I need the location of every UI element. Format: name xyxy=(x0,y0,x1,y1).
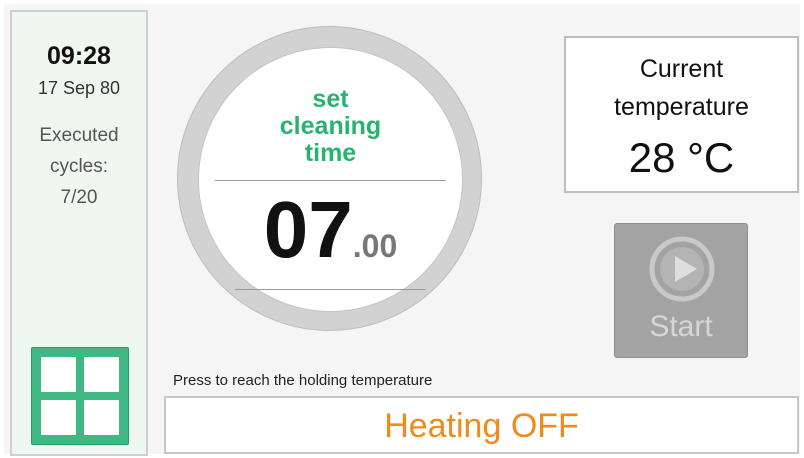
dial-label-line2: cleaning xyxy=(279,112,382,140)
cleaning-time-value: 07.00 xyxy=(199,184,462,276)
grid-menu-icon-cell xyxy=(84,357,119,392)
clock-date: 17 Sep 80 xyxy=(37,78,121,98)
play-circle-icon xyxy=(649,236,715,302)
heating-hint: Press to reach the holding temperature xyxy=(173,372,433,389)
cleaning-time-dial[interactable]: set cleaning time 07.00 xyxy=(177,26,482,331)
current-temperature-title-1: Current xyxy=(639,55,724,83)
current-temperature-value: 28 °C xyxy=(628,134,735,181)
grid-menu-icon-cell xyxy=(41,400,76,435)
current-temperature-title-2: temperature xyxy=(614,93,749,121)
current-temperature-title: Current temperature xyxy=(566,50,797,126)
status-sidebar: 09:28 17 Sep 80 Executed cycles: 7/20 xyxy=(10,10,148,456)
start-button[interactable]: Start xyxy=(614,223,748,358)
clock-time: 09:28 xyxy=(47,42,111,70)
grid-menu-icon-cell xyxy=(84,400,119,435)
main-menu-button[interactable] xyxy=(31,347,129,445)
cleaning-time-fraction: 00 xyxy=(361,228,398,264)
dial-label-line3: time xyxy=(304,139,357,167)
dial-divider-bottom xyxy=(235,289,426,290)
executed-cycles-label-2: cycles: xyxy=(49,156,109,177)
executed-cycles-label-1: Executed xyxy=(39,125,119,146)
heating-toggle-button[interactable]: Heating OFF xyxy=(164,396,799,454)
cleaning-time-whole: 07 xyxy=(263,185,353,274)
executed-cycles: Executed cycles: 7/20 xyxy=(12,120,146,213)
current-temperature-panel: Current temperature 28 °C xyxy=(564,36,799,193)
grid-menu-icon xyxy=(41,357,76,392)
executed-cycles-value: 7/20 xyxy=(60,187,98,208)
dial-face: set cleaning time 07.00 xyxy=(198,47,463,312)
start-button-label: Start xyxy=(649,310,713,343)
dial-divider-top xyxy=(215,180,446,181)
dial-label-line1: set xyxy=(312,85,349,113)
heating-status: Heating OFF xyxy=(384,407,579,445)
cleaning-time-dot: . xyxy=(352,228,362,264)
